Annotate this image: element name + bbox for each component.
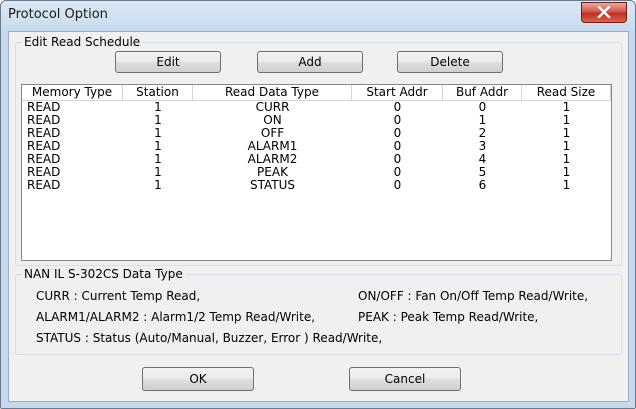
window-title: Protocol Option: [8, 7, 108, 22]
add-button[interactable]: Add: [257, 51, 363, 73]
col-read-size-header[interactable]: Read Size: [522, 85, 611, 100]
dialog-body: Edit Read Schedule Edit Add Delete Memor…: [8, 31, 629, 402]
peak-note: PEAK : Peak Temp Read/Write,: [358, 310, 539, 324]
data-type-label: NAN IL S-302CS Data Type: [22, 267, 185, 281]
alarm-note: ALARM1/ALARM2 : Alarm1/2 Temp Read/Write…: [36, 310, 316, 324]
table-cell: 6: [478, 178, 487, 192]
ok-button[interactable]: OK: [142, 367, 254, 391]
table-cell: 1: [562, 178, 571, 192]
table-row[interactable]: READ 1 CURR 0 0 1: [22, 101, 611, 114]
curr-note: CURR : Current Temp Read,: [36, 289, 201, 303]
table-cell: STATUS: [249, 178, 296, 192]
col-buf-addr-header[interactable]: Buf Addr: [443, 85, 522, 100]
delete-button[interactable]: Delete: [397, 51, 503, 73]
table-row[interactable]: READ 1 ALARM1 0 3 1: [22, 140, 611, 153]
table-row[interactable]: READ 1 OFF 0 2 1: [22, 127, 611, 140]
table-row[interactable]: READ 1 ALARM2 0 4 1: [22, 153, 611, 166]
col-start-addr-header[interactable]: Start Addr: [352, 85, 443, 100]
edit-read-schedule-label: Edit Read Schedule: [22, 35, 143, 49]
table-cell: 0: [393, 178, 402, 192]
list-header: Memory Type Station Read Data Type Start Ad…: [22, 85, 611, 101]
table-row[interactable]: READ 1 STATUS 0 6 1: [22, 179, 611, 192]
cancel-button[interactable]: Cancel: [349, 367, 461, 391]
close-icon: [597, 6, 611, 18]
col-memory-type-header[interactable]: Memory Type: [22, 85, 123, 100]
status-note: STATUS : Status (Auto/Manual, Buzzer, Er…: [36, 331, 383, 345]
close-button[interactable]: [581, 2, 627, 23]
table-cell: READ: [27, 178, 61, 192]
col-station-header[interactable]: Station: [123, 85, 193, 100]
onoff-note: ON/OFF : Fan On/Off Temp Read/Write,: [358, 289, 589, 303]
col-read-data-type-header[interactable]: Read Data Type: [193, 85, 352, 100]
table-row[interactable]: READ 1 ON 0 1 1: [22, 114, 611, 127]
data-type-group: NAN IL S-302CS Data Type CURR : Current …: [15, 267, 622, 355]
edit-button[interactable]: Edit: [115, 51, 221, 73]
table-row[interactable]: READ 1 PEAK 0 5 1: [22, 166, 611, 179]
table-cell: 1: [154, 178, 162, 192]
read-schedule-list[interactable]: Memory Type Station Read Data Type Start Ad…: [21, 84, 612, 261]
protocol-option-dialog: Protocol Option Edit Read Schedule Edit …: [0, 0, 636, 409]
title-bar[interactable]: Protocol Option: [1, 1, 635, 29]
